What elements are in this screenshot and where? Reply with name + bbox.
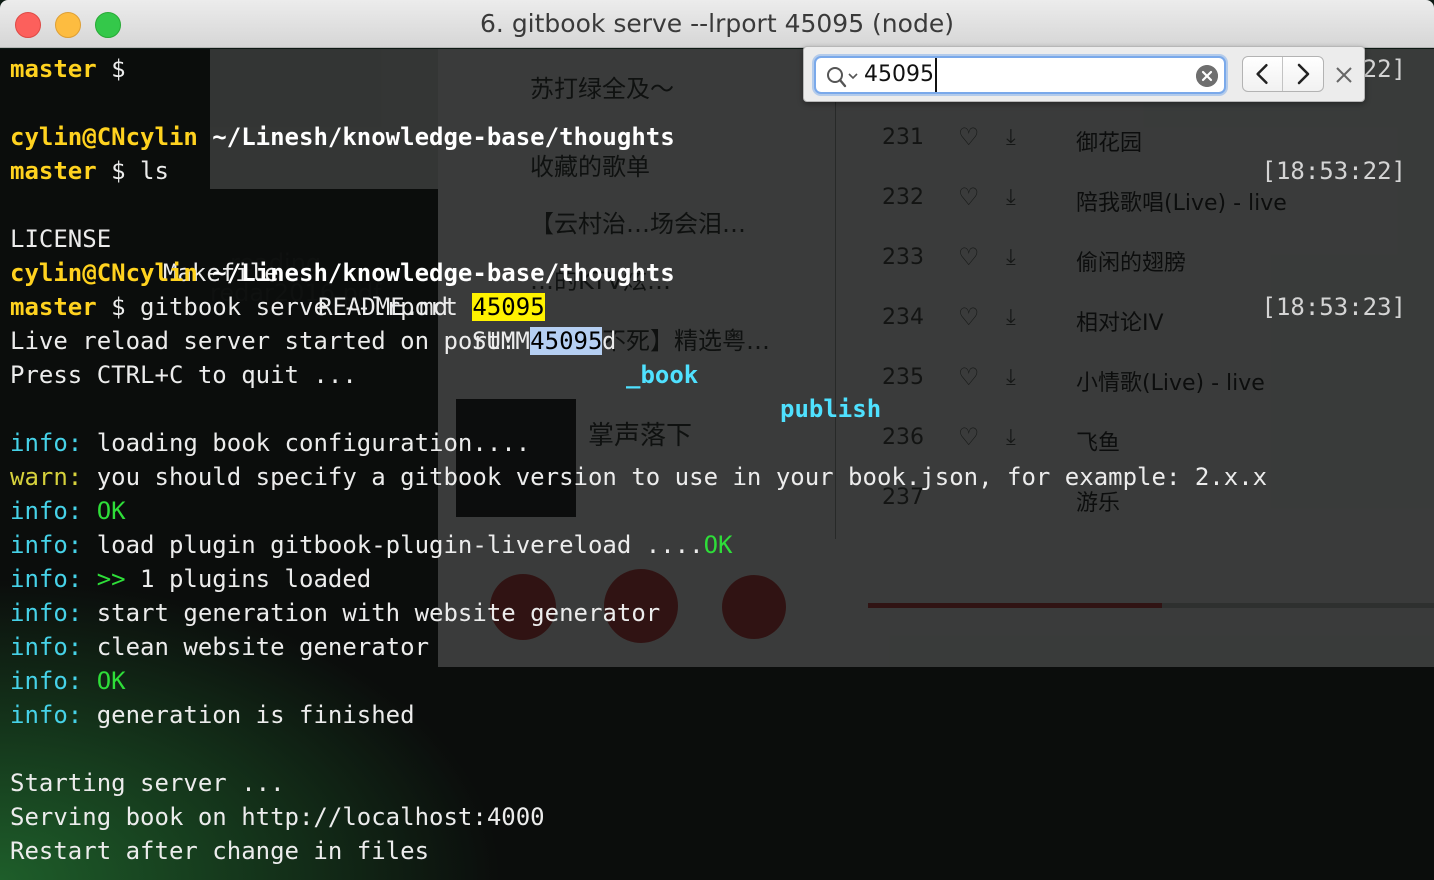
directory-entry: publish: [780, 395, 882, 423]
terminal-view[interactable]: 苏打绿全及～ 收藏的歌单 【云村治…场会泪… reading redar2016…: [0, 49, 1434, 880]
search-icon[interactable]: [826, 66, 860, 88]
track-title: 相对论IV: [1076, 311, 1164, 336]
download-icon: ⤓: [1006, 245, 1016, 270]
terminal-line: Live reload server started on port: 4509…: [10, 327, 603, 355]
terminal-line: cylin@CNcylin ~/Linesh/knowledge-base/th…: [10, 259, 675, 287]
clear-search-icon[interactable]: [1196, 65, 1218, 87]
title-bar: 6. gitbook serve --lrport 45095 (node): [0, 0, 1434, 48]
terminal-line: info: load plugin gitbook-plugin-liverel…: [10, 531, 733, 559]
terminal-line: master $ gitbook serve --lrport 45095: [10, 293, 545, 321]
find-input[interactable]: 45095: [814, 56, 1226, 94]
terminal-line: info: OK: [10, 667, 126, 695]
playback-progress-fill: [868, 603, 1163, 608]
find-previous-button[interactable]: [1243, 57, 1283, 91]
download-icon: ⤓: [1006, 185, 1016, 210]
terminal-line: cylin@CNcylin ~/Linesh/knowledge-base/th…: [10, 123, 675, 151]
download-icon: ⤓: [1006, 365, 1016, 390]
terminal-line: Starting server ...: [10, 769, 285, 797]
directory-entry: _book: [626, 361, 699, 389]
background-document: [210, 49, 440, 189]
track-title: 偷闲的翅膀: [1076, 251, 1187, 276]
terminal-line: master $: [10, 55, 126, 83]
find-query: 45095: [864, 58, 937, 92]
next-track-button: [722, 575, 786, 639]
find-bar: 45095: [803, 46, 1365, 102]
file-entry: LICENSE: [10, 225, 112, 253]
window-title: 6. gitbook serve --lrport 45095 (node): [480, 9, 954, 38]
terminal-line: Serving book on http://localhost:4000: [10, 803, 545, 831]
heart-icon: ♡: [958, 183, 980, 211]
track-number: 231: [882, 125, 924, 150]
heart-icon: ♡: [958, 303, 980, 331]
terminal-line: warn: you should specify a gitbook versi…: [10, 463, 1268, 491]
heart-icon: ♡: [958, 363, 980, 391]
prompt-timestamp: [18:53:23]: [1261, 293, 1407, 321]
track-number: 235: [882, 365, 924, 390]
search-match: 45095: [530, 327, 603, 355]
track-title: 陪我歌唱(Live) - live: [1076, 191, 1287, 216]
terminal-line: info: OK: [10, 497, 126, 525]
heart-icon: ♡: [958, 123, 980, 151]
prompt-timestamp: [18:53:22]: [1261, 157, 1407, 185]
terminal-line: info: >> 1 plugins loaded: [10, 565, 372, 593]
track-number: 233: [882, 245, 924, 270]
track-title: 御花园: [1076, 131, 1143, 156]
find-next-button[interactable]: [1283, 57, 1323, 91]
track-title: 飞鱼: [1076, 431, 1121, 456]
track-number: 234: [882, 305, 924, 330]
download-icon: ⤓: [1006, 425, 1016, 450]
terminal-line: info: clean website generator: [10, 633, 430, 661]
playlist-item: 苏打绿全及～: [530, 75, 674, 103]
track-number: 232: [882, 185, 924, 210]
track-title: 小情歌(Live) - live: [1076, 371, 1265, 396]
find-navigation: [1242, 56, 1324, 92]
terminal-line: info: generation is finished: [10, 701, 415, 729]
terminal-line: Press CTRL+C to quit ...: [10, 361, 357, 389]
close-find-icon[interactable]: [1334, 65, 1354, 85]
terminal-line: LICENSE Makefile README.md SUMMARY.md _b…: [10, 188, 881, 423]
search-match-current: 45095: [472, 293, 545, 321]
prompt-timestamp: 22]: [1362, 55, 1406, 83]
download-icon: ⤓: [1006, 305, 1016, 330]
terminal-line: Restart after change in files: [10, 837, 430, 865]
track-number: 236: [882, 425, 924, 450]
terminal-line: info: loading book configuration....: [10, 429, 531, 457]
playlist-item: 【云村治…场会泪…: [530, 210, 746, 238]
heart-icon: ♡: [958, 423, 980, 451]
heart-icon: ♡: [958, 243, 980, 271]
download-icon: ⤓: [1006, 125, 1016, 150]
now-playing-title: 掌声落下: [588, 421, 693, 451]
terminal-line: info: start generation with website gene…: [10, 599, 661, 627]
terminal-line: master $ ls: [10, 157, 169, 185]
playback-progress-track: [868, 603, 1434, 608]
